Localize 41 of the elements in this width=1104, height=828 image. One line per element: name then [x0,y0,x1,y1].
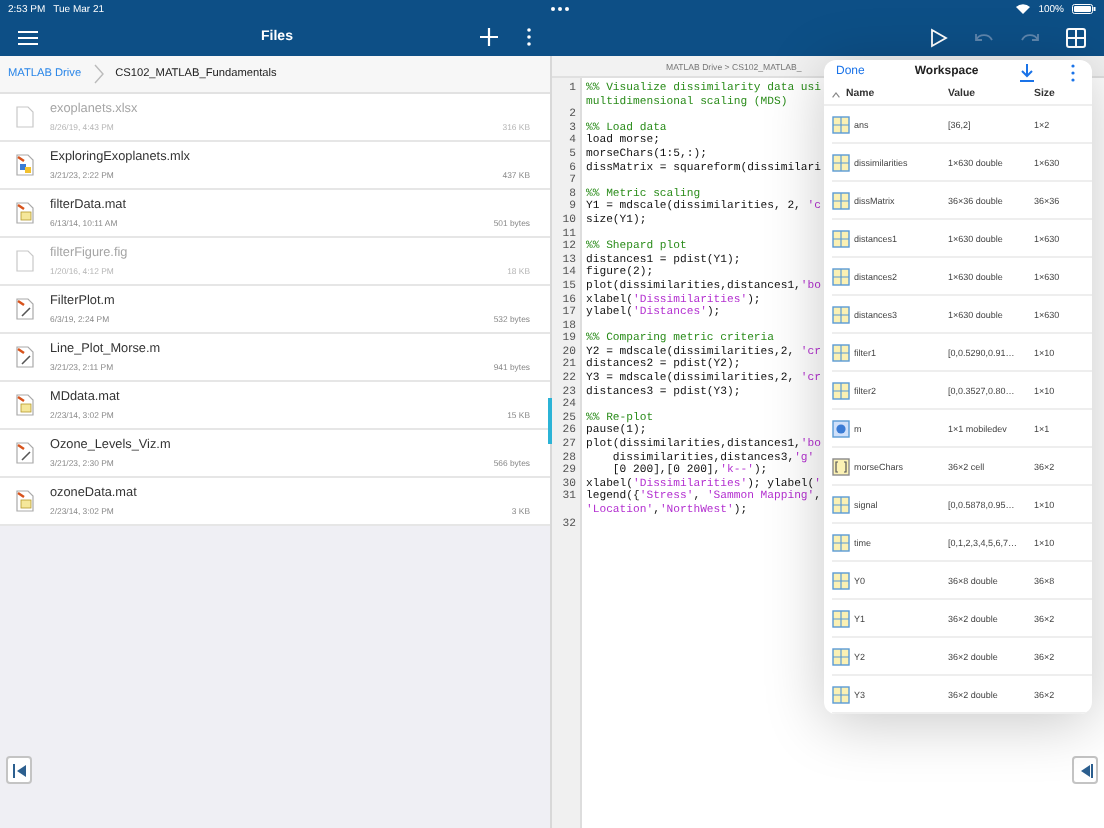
sort-ascending-icon[interactable] [832,91,840,97]
blank-file-icon [16,250,34,272]
arrow-to-bar-icon [1077,763,1093,777]
matrix-icon [832,153,850,171]
matrix-icon [832,191,850,209]
object-icon [832,419,850,437]
script-file-icon [16,346,34,368]
data-file-icon [16,202,34,224]
matrix-icon [832,305,850,323]
data-file-icon [16,490,34,512]
battery-icon [1072,4,1096,14]
menu-icon[interactable] [18,29,38,45]
blank-file-icon [16,106,34,128]
matrix-icon [832,229,850,247]
collapse-button[interactable] [6,756,32,784]
run-icon[interactable] [930,27,948,47]
download-icon[interactable] [1020,63,1034,81]
matrix-icon [832,495,850,513]
script-file-icon [16,442,34,464]
matrix-icon [832,267,850,285]
chevron-right-icon [93,64,104,84]
add-icon[interactable] [480,28,498,46]
more-options-icon[interactable] [1070,63,1076,81]
live-script-file-icon [16,154,34,176]
matrix-icon [832,685,850,703]
expand-button[interactable] [1072,756,1098,784]
data-file-icon [16,394,34,416]
arrow-to-bar-icon [11,763,27,777]
matrix-icon [832,343,850,361]
wifi-icon [1016,4,1031,14]
multitasking-dots-icon [550,6,571,12]
matrix-icon [832,115,850,133]
matrix-icon [832,571,850,589]
matrix-icon [832,647,850,665]
script-file-icon [16,298,34,320]
workspace-grid-icon[interactable] [1066,27,1086,47]
matrix-icon [832,609,850,627]
more-options-icon[interactable] [526,28,532,46]
cell-array-icon [832,457,850,475]
matrix-icon [832,533,850,551]
matrix-icon [832,381,850,399]
